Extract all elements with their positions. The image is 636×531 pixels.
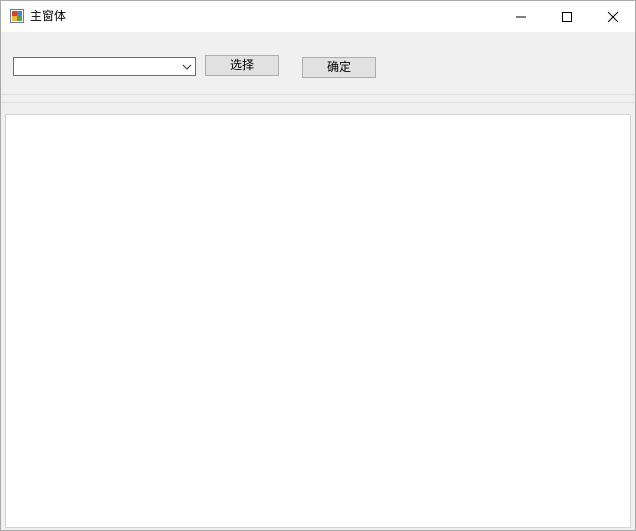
window-title: 主窗体 (30, 9, 67, 23)
close-button[interactable] (590, 1, 635, 32)
main-window: 主窗体 选择 确定 (0, 0, 636, 531)
separator (1, 94, 635, 95)
chevron-down-icon[interactable] (182, 64, 192, 70)
app-window-icon (10, 9, 24, 23)
maximize-button[interactable] (544, 1, 590, 32)
minimize-icon (516, 16, 526, 18)
source-combobox[interactable] (13, 57, 196, 76)
close-icon (607, 11, 619, 23)
separator (1, 102, 635, 103)
maximize-icon (562, 12, 572, 22)
title-bar[interactable]: 主窗体 (1, 1, 635, 32)
content-panel[interactable] (5, 114, 631, 528)
confirm-button[interactable]: 确定 (302, 57, 376, 78)
select-button[interactable]: 选择 (205, 55, 279, 76)
minimize-button[interactable] (498, 1, 544, 32)
